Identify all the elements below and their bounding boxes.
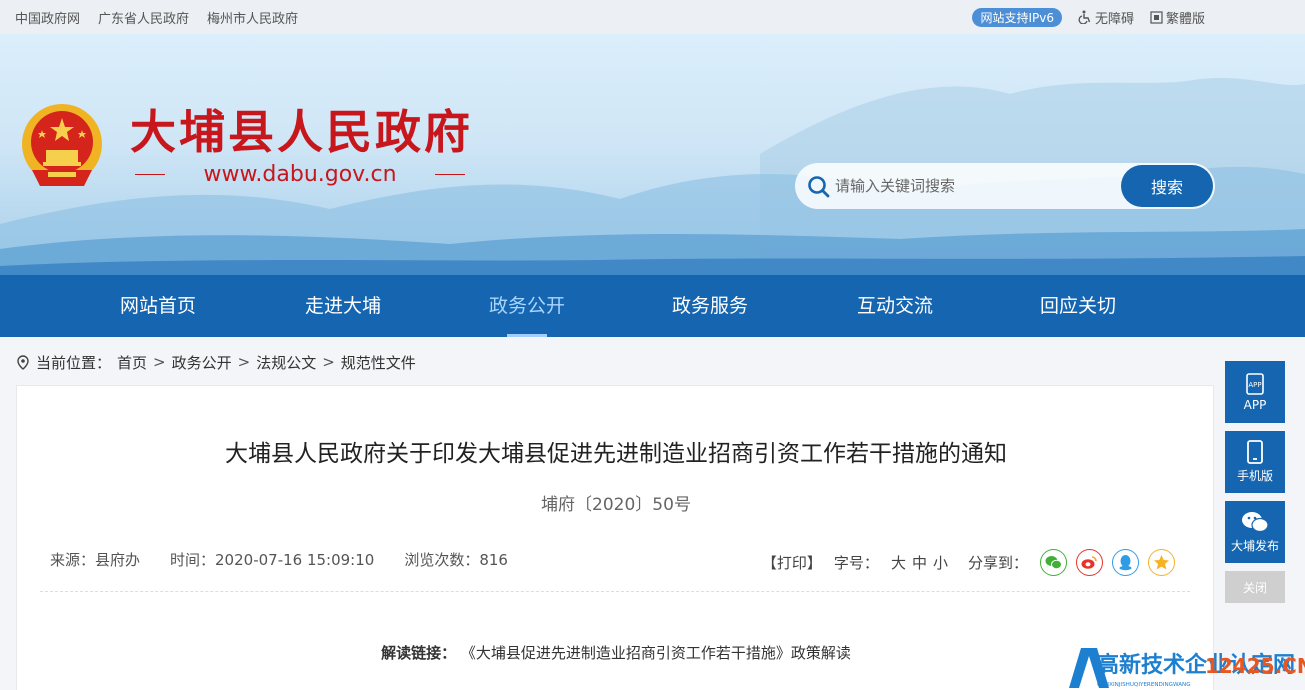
meta-divider: [40, 591, 1190, 592]
share-icons: [1040, 549, 1175, 576]
reading-link-row: 解读链接： 《大埔县促进先进制造业招商引资工作若干措施》政策解读: [17, 642, 1215, 663]
search-input[interactable]: [835, 171, 1105, 201]
top-bar-tools: 网站支持IPv6 无障碍 繁體版: [972, 0, 1205, 34]
sidebar-mobile-button[interactable]: 手机版: [1225, 431, 1285, 493]
sidebar-wechat-button[interactable]: 大埔发布: [1225, 501, 1285, 563]
search-icon: [808, 176, 830, 198]
watermark-domain: 12425.CN: [1205, 654, 1305, 678]
breadcrumb-normative-docs[interactable]: 规范性文件: [341, 352, 416, 373]
traditional-icon: [1150, 10, 1163, 24]
top-bar: 中国政府网 广东省人民政府 梅州市人民政府 网站支持IPv6 无障碍 繁體版: [0, 0, 1305, 34]
share-qzone-button[interactable]: [1148, 549, 1175, 576]
weibo-icon: [1081, 556, 1097, 569]
article-views: 浏览次数：816: [404, 551, 508, 569]
url-dash-left: [135, 174, 165, 175]
breadcrumb-regulations[interactable]: 法规公文: [256, 352, 316, 373]
share-label: 分享到：: [967, 554, 1028, 572]
breadcrumb-label: 当前位置：: [36, 353, 112, 372]
link-guangdong-gov[interactable]: 广东省人民政府: [98, 8, 189, 27]
share-wechat-button[interactable]: [1040, 549, 1067, 576]
breadcrumb-sep: >: [153, 353, 166, 371]
main-nav: 网站首页 走进大埔 政务公开 政务服务 互动交流 回应关切: [0, 275, 1305, 337]
article-tools: 【打印】 字号： 大 中 小 分享到：: [762, 549, 1175, 576]
article-title: 大埔县人民政府关于印发大埔县促进先进制造业招商引资工作若干措施的通知: [225, 441, 1007, 467]
watermark-pinyin: GAOXINJISHUQIYERENDINGWANG: [1097, 682, 1191, 688]
link-meizhou-gov[interactable]: 梅州市人民政府: [207, 8, 298, 27]
link-central-gov[interactable]: 中国政府网: [15, 8, 80, 27]
sidebar-close-button[interactable]: 关闭: [1225, 571, 1285, 603]
nav-about-dabu[interactable]: 走进大埔: [273, 275, 413, 337]
location-icon: [17, 354, 29, 370]
header-banner: 大埔县人民政府 www.dabu.gov.cn 搜索: [0, 34, 1305, 275]
national-emblem-icon: [22, 104, 102, 186]
url-dash-right: [434, 174, 465, 175]
breadcrumb-sep: >: [322, 353, 335, 371]
wechat-icon: [1242, 512, 1269, 533]
svg-text:APP: APP: [1248, 381, 1261, 389]
site-title: 大埔县人民政府: [130, 105, 473, 159]
site-url: www.dabu.gov.cn: [135, 162, 465, 187]
article-time: 时间：2020-07-16 15:09:10: [170, 551, 375, 569]
sidebar-app-button[interactable]: APP APP: [1225, 361, 1285, 423]
app-icon: APP: [1246, 372, 1264, 395]
nav-gov-services[interactable]: 政务服务: [640, 275, 780, 337]
qzone-star-icon: [1154, 555, 1169, 570]
nav-interaction[interactable]: 互动交流: [825, 275, 965, 337]
ipv6-badge: 网站支持IPv6: [972, 7, 1062, 27]
nav-response[interactable]: 回应关切: [1008, 275, 1148, 337]
font-large-button[interactable]: 大: [891, 552, 906, 573]
mobile-phone-icon: [1247, 440, 1263, 464]
share-weibo-button[interactable]: [1076, 549, 1103, 576]
accessibility-link[interactable]: 无障碍: [1078, 8, 1134, 27]
watermark-logo: 高新技术企业认定网 12425.CN GAOXINJISHUQIYERENDIN…: [1069, 648, 1305, 688]
reading-link[interactable]: 《大埔县促进先进制造业招商引资工作若干措施》政策解读: [461, 644, 851, 662]
wheelchair-icon: [1078, 10, 1091, 24]
document-number: 埔府〔2020〕50号: [541, 495, 691, 515]
breadcrumb-sep: >: [237, 353, 251, 371]
traditional-label: 繁體版: [1165, 11, 1205, 27]
site-url-text: www.dabu.gov.cn: [203, 162, 397, 187]
qq-icon: [1119, 555, 1132, 571]
accessibility-label: 无障碍: [1094, 11, 1134, 27]
article-panel: 大埔县人民政府关于印发大埔县促进先进制造业招商引资工作若干措施的通知 埔府〔20…: [16, 385, 1214, 690]
share-qq-button[interactable]: [1112, 549, 1139, 576]
sidebar-app-label: APP: [1243, 397, 1267, 412]
nav-home[interactable]: 网站首页: [88, 275, 228, 337]
floating-sidebar: APP APP 手机版 大埔发布 关闭: [1225, 361, 1285, 603]
gov-links: 中国政府网 广东省人民政府 梅州市人民政府: [15, 0, 298, 34]
sidebar-wechat-label: 大埔发布: [1230, 539, 1279, 553]
font-small-button[interactable]: 小: [933, 552, 948, 573]
breadcrumb-gov-affairs[interactable]: 政务公开: [172, 352, 232, 373]
breadcrumb-home[interactable]: 首页: [117, 352, 147, 373]
traditional-chinese-link[interactable]: 繁體版: [1150, 8, 1205, 27]
search-box: 搜索: [795, 163, 1215, 209]
article-meta: 来源：县府办 时间：2020-07-16 15:09:10 浏览次数：816: [50, 549, 508, 570]
font-size-options: 大 中 小: [891, 552, 948, 573]
sidebar-mobile-label: 手机版: [1236, 469, 1273, 483]
wechat-icon: [1045, 556, 1062, 570]
font-size-label: 字号：: [833, 554, 879, 572]
font-medium-button[interactable]: 中: [912, 552, 927, 573]
nav-gov-affairs-open[interactable]: 政务公开: [457, 275, 597, 337]
print-button[interactable]: 【打印】: [762, 552, 822, 573]
breadcrumb: 当前位置： 首页 > 政务公开 > 法规公文 > 规范性文件: [16, 351, 416, 373]
search-button[interactable]: 搜索: [1121, 165, 1213, 207]
article-source: 来源：县府办: [50, 551, 141, 569]
reading-link-label: 解读链接：: [381, 644, 457, 662]
